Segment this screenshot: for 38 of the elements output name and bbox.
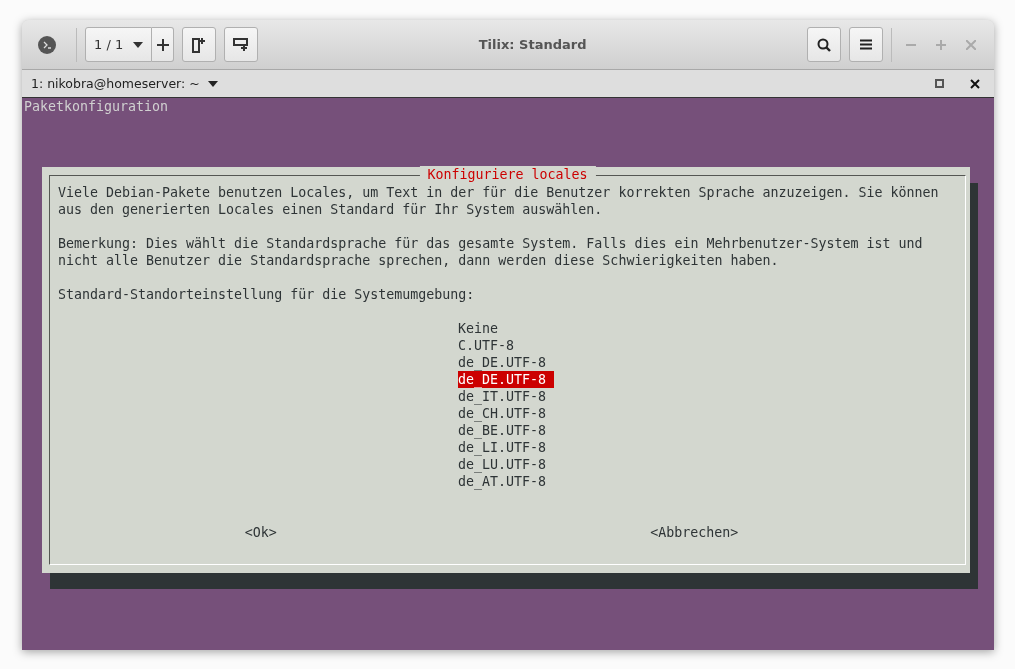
plus-icon	[156, 38, 169, 51]
locale-option[interactable]: de_DE.UTF-8	[458, 354, 555, 371]
caret-icon	[133, 41, 144, 48]
square-icon	[935, 79, 944, 88]
locale-option[interactable]: Keine	[458, 320, 507, 337]
dialog-title: Konfiguriere locales	[419, 166, 596, 183]
terminal-title-dropdown[interactable]: 1: nikobra@homeserver: ~	[31, 76, 218, 91]
dialog-paragraph: Viele Debian-Pakete benutzen Locales, um Text in der für die Benutzer korrekten Sprache anzuzeigen. Sie können aus den generierten Locales einen Standard für Ihr System auswählen.	[58, 184, 940, 218]
dialog-button[interactable]: <Abbrechen>	[650, 524, 739, 541]
split-right-icon	[192, 36, 207, 53]
dialog-paragraph: Standard-Standorteinstellung für die Systemumgebung:	[58, 286, 476, 303]
close-icon	[966, 39, 976, 50]
dialog-paragraph: Bemerkung: Dies wählt die Standardsprache für das gesamte System. Falls dies ein Mehrbenutzer-System ist und nicht alle Benutzer die Standardsprache sprechen, dann werden diese Schwierigkeiten haben.	[58, 235, 924, 269]
split-down-button[interactable]	[224, 27, 259, 62]
plus-icon	[936, 39, 946, 50]
menu-icon	[860, 39, 872, 50]
split-down-icon	[233, 37, 250, 52]
locale-option[interactable]: de_CH.UTF-8	[458, 405, 555, 422]
app-icon[interactable]	[38, 35, 56, 54]
locale-option[interactable]: de_LI.UTF-8	[458, 439, 555, 456]
session-dropdown[interactable]: 1 / 1	[85, 27, 153, 62]
locale-option[interactable]: C.UTF-8	[458, 337, 523, 354]
minimize-icon	[906, 43, 916, 46]
locale-option[interactable]: de_IT.UTF-8	[458, 388, 555, 405]
window-title: Tilix: Standard	[477, 37, 588, 52]
locale-option[interactable]: de_LU.UTF-8	[458, 456, 555, 473]
locale-option[interactable]: de_DE.UTF-8	[458, 371, 555, 388]
menu-button[interactable]	[849, 27, 883, 62]
caret-icon	[207, 80, 218, 87]
add-session-button[interactable]	[152, 27, 175, 62]
close-icon	[970, 78, 980, 89]
locale-option[interactable]: de_BE.UTF-8	[458, 422, 555, 439]
search-icon	[817, 37, 831, 52]
locale-option[interactable]: de_AT.UTF-8	[458, 473, 555, 490]
terminal-header-text: Paketkonfiguration	[24, 98, 170, 115]
search-button[interactable]	[807, 27, 841, 62]
split-right-button[interactable]	[182, 27, 217, 62]
dialog-button[interactable]: <Ok>	[244, 524, 277, 541]
